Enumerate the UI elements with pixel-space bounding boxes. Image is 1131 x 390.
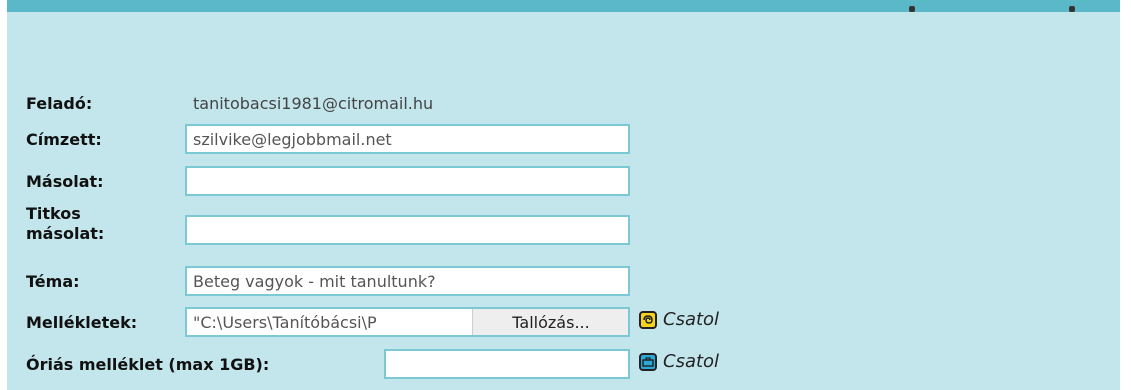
toolbar-mark [909, 6, 915, 12]
bcc-row: Titkos másolat: [26, 204, 104, 244]
toolbar-mark [1069, 6, 1075, 12]
bcc-field[interactable] [185, 215, 630, 245]
paperclip-icon [639, 310, 657, 329]
compose-panel: Feladó: tanitobacsi1981@citromail.hu Cím… [7, 0, 1120, 390]
browse-button[interactable]: Tallózás... [472, 309, 628, 335]
bcc-label-line2: másolat: [26, 224, 105, 243]
to-field[interactable]: szilvike@legjobbmail.net [185, 124, 630, 154]
briefcase-icon [639, 352, 657, 371]
file-input[interactable]: "C:\Users\Tanítóbácsi\P Tallózás... [185, 307, 630, 337]
attachments-row: Mellékletek: [26, 313, 137, 332]
to-label: Címzett: [26, 130, 102, 149]
subject-field[interactable]: Beteg vagyok - mit tanultunk? [185, 266, 630, 296]
giant-attachment-label: Óriás melléklet (max 1GB): [26, 355, 270, 374]
cc-row: Másolat: [26, 172, 104, 191]
giant-attachment-field[interactable] [384, 349, 630, 379]
giant-attachment-row: Óriás melléklet (max 1GB): [26, 355, 269, 374]
sender-row: Feladó: [26, 94, 92, 113]
subject-field-value: Beteg vagyok - mit tanultunk? [193, 271, 436, 291]
giant-attach-label: Csatol [663, 351, 720, 372]
file-input-value: "C:\Users\Tanítóbácsi\P [193, 312, 377, 332]
sender-label: Feladó: [26, 94, 93, 113]
subject-row: Téma: [26, 272, 80, 291]
subject-label: Téma: [26, 272, 80, 291]
top-bar [7, 6, 1120, 24]
giant-attach-button[interactable]: Csatol [639, 351, 719, 372]
sender-value-wrap: tanitobacsi1981@citromail.hu [193, 94, 433, 113]
to-row: Címzett: [26, 130, 102, 149]
attach-label: Csatol [663, 309, 720, 330]
bcc-label-line1: Titkos [26, 204, 81, 223]
to-field-value: szilvike@legjobbmail.net [193, 129, 392, 149]
attach-button[interactable]: Csatol [639, 309, 719, 330]
cc-field[interactable] [185, 166, 630, 196]
attachments-label: Mellékletek: [26, 313, 138, 332]
sender-value: tanitobacsi1981@citromail.hu [193, 94, 434, 113]
cc-label: Másolat: [26, 172, 104, 191]
